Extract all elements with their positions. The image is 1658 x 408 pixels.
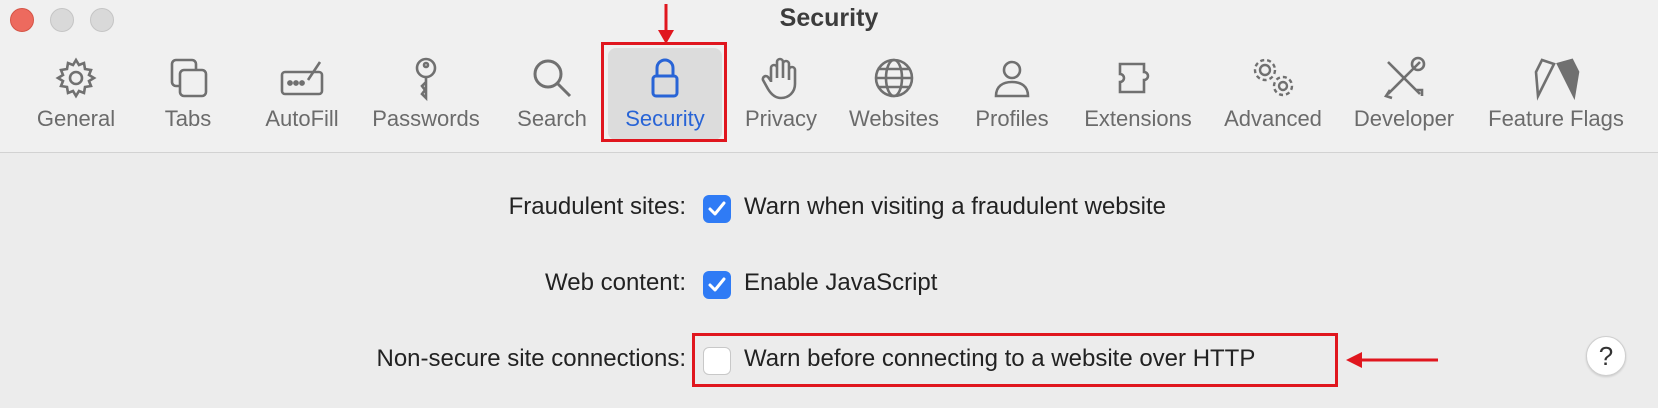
tab-search-label: Search (517, 106, 587, 131)
tab-websites[interactable]: Websites (842, 48, 946, 140)
tab-privacy[interactable]: Privacy (736, 48, 826, 140)
tab-profiles-label: Profiles (975, 106, 1049, 131)
tabs-icon (170, 58, 208, 98)
tab-autofill-label: AutoFill (265, 106, 339, 131)
person-icon (994, 60, 1030, 98)
puzzle-icon (1118, 62, 1150, 94)
tab-privacy-label: Privacy (744, 106, 818, 131)
flags-icon (1534, 58, 1580, 101)
fraudulent-sites-checkbox[interactable] (703, 195, 731, 223)
tab-search[interactable]: Search (508, 48, 596, 140)
tab-feature-flags[interactable]: Feature Flags (1476, 48, 1636, 140)
tab-extensions[interactable]: Extensions (1076, 48, 1200, 140)
tab-tabs-label: Tabs (164, 106, 212, 131)
non-secure-connections-label: Non-secure site connections: (376, 345, 687, 372)
tab-extensions-label: Extensions (1084, 106, 1192, 131)
tab-advanced[interactable]: Advanced (1216, 48, 1330, 140)
enable-javascript-checkbox[interactable] (703, 271, 731, 299)
gear-icon (55, 57, 97, 99)
gears-icon (1253, 58, 1294, 97)
tab-autofill[interactable]: AutoFill (254, 48, 350, 140)
tab-feature-flags-label: Feature Flags (1488, 106, 1624, 131)
web-content-label: Web content: (545, 269, 686, 296)
checkmark-icon (708, 201, 726, 216)
autofill-icon (280, 61, 324, 96)
tab-developer-label: Developer (1353, 106, 1455, 131)
annotation-arrow-down-icon (658, 4, 674, 44)
settings-window: Security General Tabs AutoFill Passwords… (0, 0, 1658, 408)
annotation-arrow-left-icon (1346, 352, 1438, 368)
window-title: Security (779, 4, 879, 32)
enable-javascript-text: Enable JavaScript (744, 269, 938, 296)
tab-general[interactable]: General (28, 48, 124, 140)
tab-websites-label: Websites (848, 106, 940, 131)
fraudulent-sites-text: Warn when visiting a fraudulent website (744, 193, 1166, 220)
tab-passwords-label: Passwords (372, 106, 480, 131)
annotation-highlight-security-tab (601, 42, 727, 142)
tab-tabs[interactable]: Tabs (143, 48, 233, 140)
tools-icon (1383, 56, 1426, 100)
tab-passwords[interactable]: Passwords (366, 48, 486, 140)
tab-general-label: General (36, 106, 116, 131)
help-button[interactable]: ? (1586, 336, 1626, 376)
key-icon (415, 57, 437, 102)
title-bar: Security General Tabs AutoFill Passwords… (0, 0, 1658, 153)
checkmark-icon (708, 277, 726, 292)
hand-icon (761, 57, 797, 100)
preferences-toolbar: General Tabs AutoFill Passwords Search S… (0, 48, 1658, 144)
security-settings-panel: Fraudulent sites: Warn when visiting a f… (0, 153, 1658, 408)
tab-advanced-label: Advanced (1224, 106, 1322, 131)
fraudulent-sites-label: Fraudulent sites: (508, 193, 686, 220)
globe-icon (874, 58, 914, 98)
search-icon (533, 59, 572, 98)
tab-developer[interactable]: Developer (1348, 48, 1460, 140)
annotation-highlight-http-warning (692, 333, 1338, 387)
tab-profiles[interactable]: Profiles (964, 48, 1060, 140)
